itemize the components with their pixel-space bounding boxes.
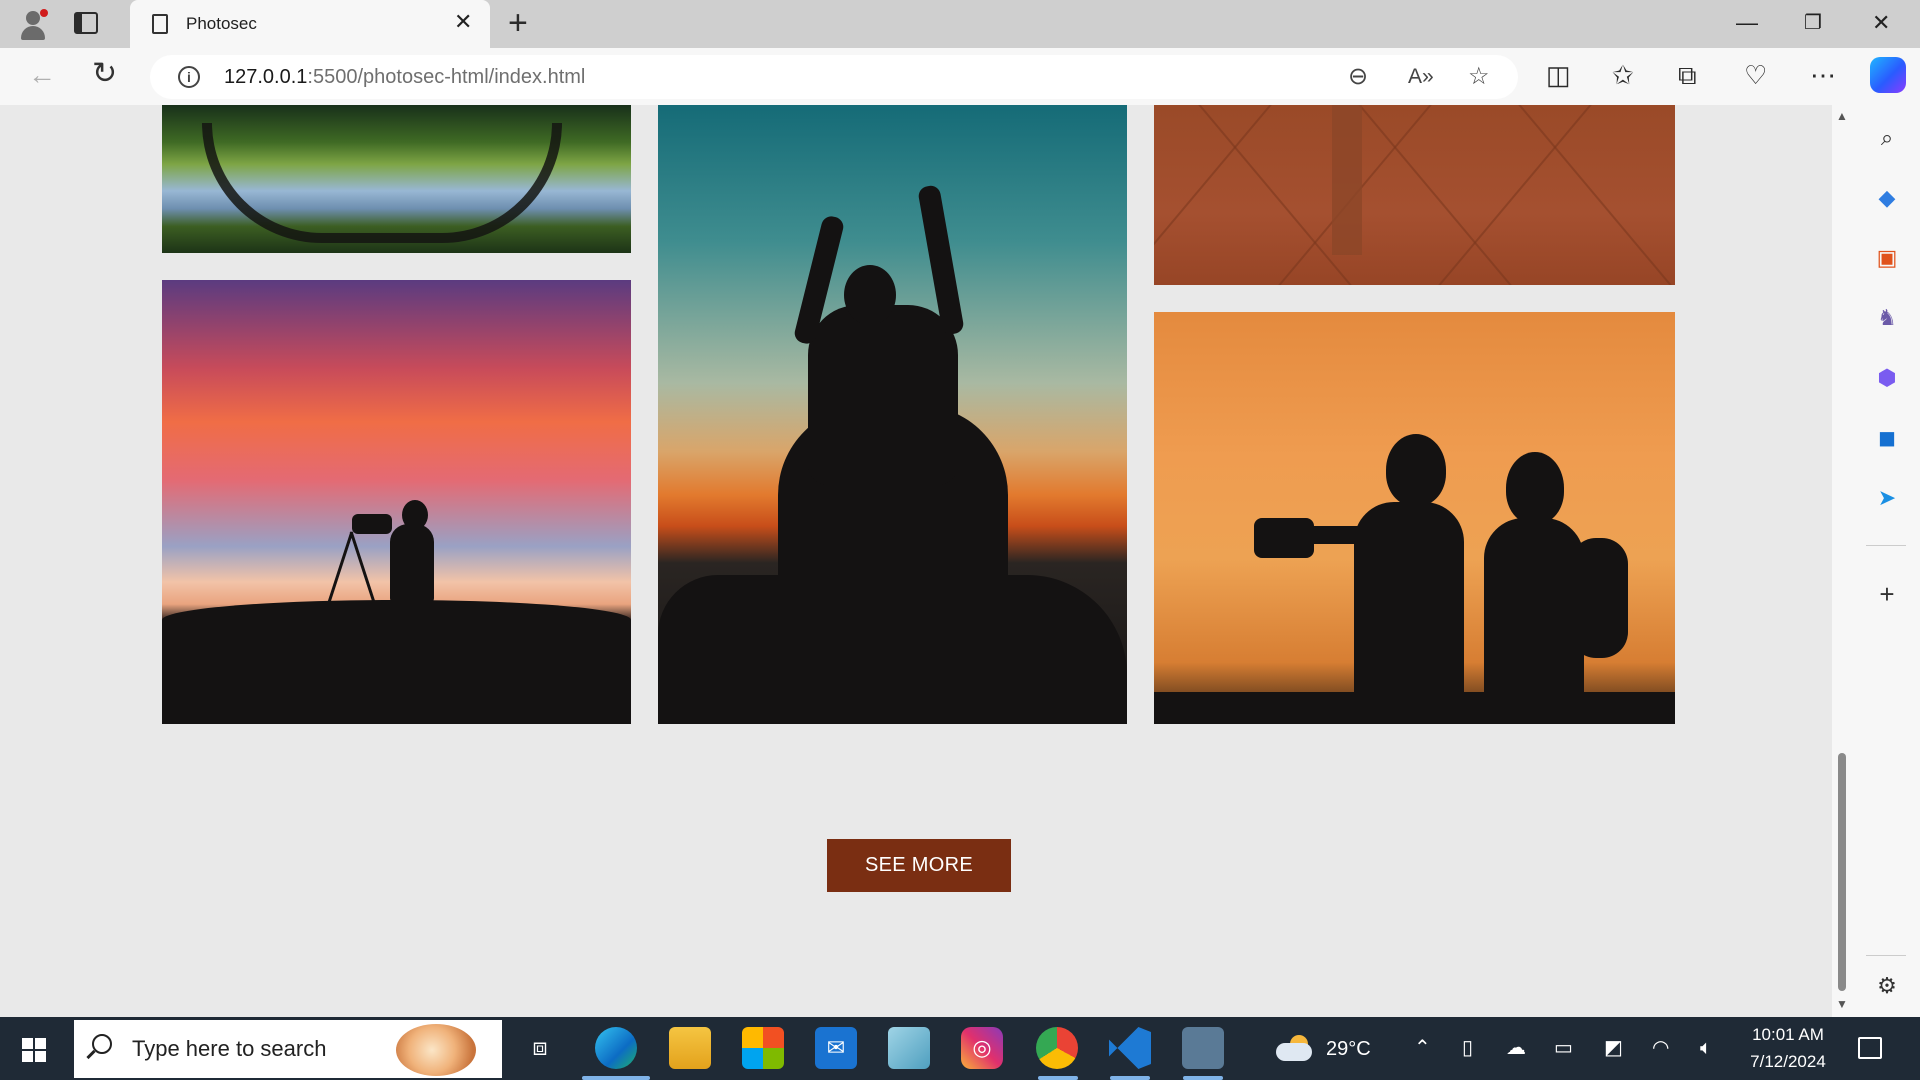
url-text[interactable]: 127.0.0.1:5500/photosec-html/index.html xyxy=(224,66,585,89)
url-path: :5500/photosec-html/index.html xyxy=(307,66,586,88)
chevron-up-icon[interactable]: ⌃ xyxy=(1414,1037,1431,1059)
drop-icon[interactable]: ➤ xyxy=(1874,485,1900,511)
search-icon xyxy=(92,1034,112,1054)
address-bar[interactable]: i 127.0.0.1:5500/photosec-html/index.htm… xyxy=(150,55,1518,99)
new-tab-button[interactable]: + xyxy=(508,6,528,40)
weather-cloud-icon[interactable] xyxy=(1276,1035,1314,1061)
browser-toolbar: ← ↻ i 127.0.0.1:5500/photosec-html/index… xyxy=(0,48,1920,105)
games-icon[interactable]: ♞ xyxy=(1874,305,1900,331)
task-view-icon[interactable]: ⧈ xyxy=(519,1027,561,1069)
orange-tripod-photo xyxy=(1154,105,1675,285)
page-icon xyxy=(152,14,168,34)
app-open-indicator xyxy=(1110,1076,1150,1080)
split-screen-icon[interactable]: ◫ xyxy=(1546,60,1571,90)
edge-taskbar-icon[interactable] xyxy=(595,1027,637,1069)
mail-icon[interactable]: ✉ xyxy=(815,1027,857,1069)
battery-icon[interactable]: ▭ xyxy=(1554,1037,1573,1059)
tab-title: Photosec xyxy=(186,14,257,33)
instagram-icon[interactable]: ◎ xyxy=(961,1027,1003,1069)
tab-actions-icon[interactable] xyxy=(74,12,98,34)
refresh-icon[interactable]: ↻ xyxy=(92,58,117,90)
photographer-sunset-photo xyxy=(162,280,631,724)
file-explorer-icon[interactable] xyxy=(669,1027,711,1069)
windows-start-icon[interactable] xyxy=(22,1038,46,1062)
notifications-icon[interactable] xyxy=(1858,1037,1882,1059)
scroll-up-arrow-icon[interactable]: ▲ xyxy=(1836,109,1848,123)
vscode-icon[interactable] xyxy=(1109,1027,1151,1069)
volume-icon[interactable]: 🔈︎ xyxy=(1700,1037,1712,1059)
tools-icon[interactable]: ▣ xyxy=(1874,245,1900,271)
microsoft-store-icon[interactable] xyxy=(742,1027,784,1069)
search-highlight-image xyxy=(396,1024,476,1076)
search-placeholder: Type here to search xyxy=(132,1036,327,1061)
collections-icon[interactable]: ⧉ xyxy=(1678,60,1697,90)
two-photographers-photo xyxy=(1154,312,1675,724)
taskbar-search-box[interactable]: Type here to search xyxy=(74,1020,502,1078)
site-info-icon[interactable]: i xyxy=(178,66,200,88)
sidebar-divider xyxy=(1866,955,1906,956)
sidebar-divider xyxy=(1866,545,1906,546)
back-arrow-icon[interactable]: ← xyxy=(28,60,56,90)
weather-temperature[interactable]: 29°C xyxy=(1326,1038,1371,1061)
chrome-icon[interactable] xyxy=(1036,1027,1078,1069)
profile-icon[interactable] xyxy=(16,6,52,42)
settings-gear-icon[interactable]: ⚙ xyxy=(1874,973,1900,999)
browser-tab-bar: Photosec ✕ + — ❐ ✕ xyxy=(0,0,1920,48)
page-viewport: SEE MORE xyxy=(6,105,1832,1017)
clock-date[interactable]: 7/12/2024 xyxy=(1742,1052,1834,1072)
clock-time[interactable]: 10:01 AM xyxy=(1748,1025,1828,1045)
close-tab-icon[interactable]: ✕ xyxy=(454,11,472,33)
zoom-out-icon[interactable]: ⊖ xyxy=(1348,64,1368,90)
microsoft-365-icon[interactable]: ⬢ xyxy=(1874,365,1900,391)
outlook-icon[interactable]: ◼ xyxy=(1874,425,1900,451)
more-options-icon[interactable]: ⋯ xyxy=(1810,60,1836,90)
browser-essentials-icon[interactable]: ♡ xyxy=(1744,60,1767,90)
scroll-down-arrow-icon[interactable]: ▼ xyxy=(1836,997,1848,1011)
onedrive-cloud-icon[interactable]: ☁ xyxy=(1506,1037,1526,1059)
lake-reflection-photo xyxy=(162,105,631,253)
read-aloud-icon[interactable]: A» xyxy=(1408,64,1434,90)
search-icon[interactable]: ⌕ xyxy=(1874,125,1900,151)
copilot-icon[interactable] xyxy=(1870,57,1906,93)
active-app-indicator xyxy=(582,1076,650,1080)
wifi-icon[interactable]: ◠ xyxy=(1652,1037,1669,1059)
meet-icon[interactable]: ▯ xyxy=(1462,1037,1473,1059)
app-open-indicator xyxy=(1183,1076,1223,1080)
woman-silhouette-sunset-photo xyxy=(658,105,1127,724)
app-open-indicator xyxy=(1038,1076,1078,1080)
display-icon[interactable]: ◩ xyxy=(1604,1037,1623,1059)
shopping-tag-icon[interactable]: ◆ xyxy=(1874,185,1900,211)
url-host: 127.0.0.1 xyxy=(224,66,308,88)
notes-app-icon[interactable] xyxy=(888,1027,930,1069)
edge-sidebar: ⌕ ◆ ▣ ♞ ⬢ ◼ ➤ + ⚙ xyxy=(1852,105,1920,1017)
minimize-icon[interactable]: — xyxy=(1736,10,1758,36)
see-more-button[interactable]: SEE MORE xyxy=(827,839,1011,892)
network-app-icon[interactable] xyxy=(1182,1027,1224,1069)
close-window-icon[interactable]: ✕ xyxy=(1872,10,1890,36)
tab-photosec[interactable]: Photosec ✕ xyxy=(130,0,490,48)
favorite-star-icon[interactable]: ☆ xyxy=(1468,64,1490,90)
restore-icon[interactable]: ❐ xyxy=(1804,10,1822,36)
page-scrollbar[interactable]: ▲ ▼ xyxy=(1832,105,1852,1017)
favorites-icon[interactable]: ✩ xyxy=(1612,60,1634,90)
windows-taskbar: Type here to search ⧈ ✉ ◎ 29°C ⌃ ▯ ☁ ▭ ◩… xyxy=(0,1017,1920,1080)
scroll-thumb[interactable] xyxy=(1838,753,1846,991)
add-sidebar-app-icon[interactable]: + xyxy=(1874,581,1900,607)
